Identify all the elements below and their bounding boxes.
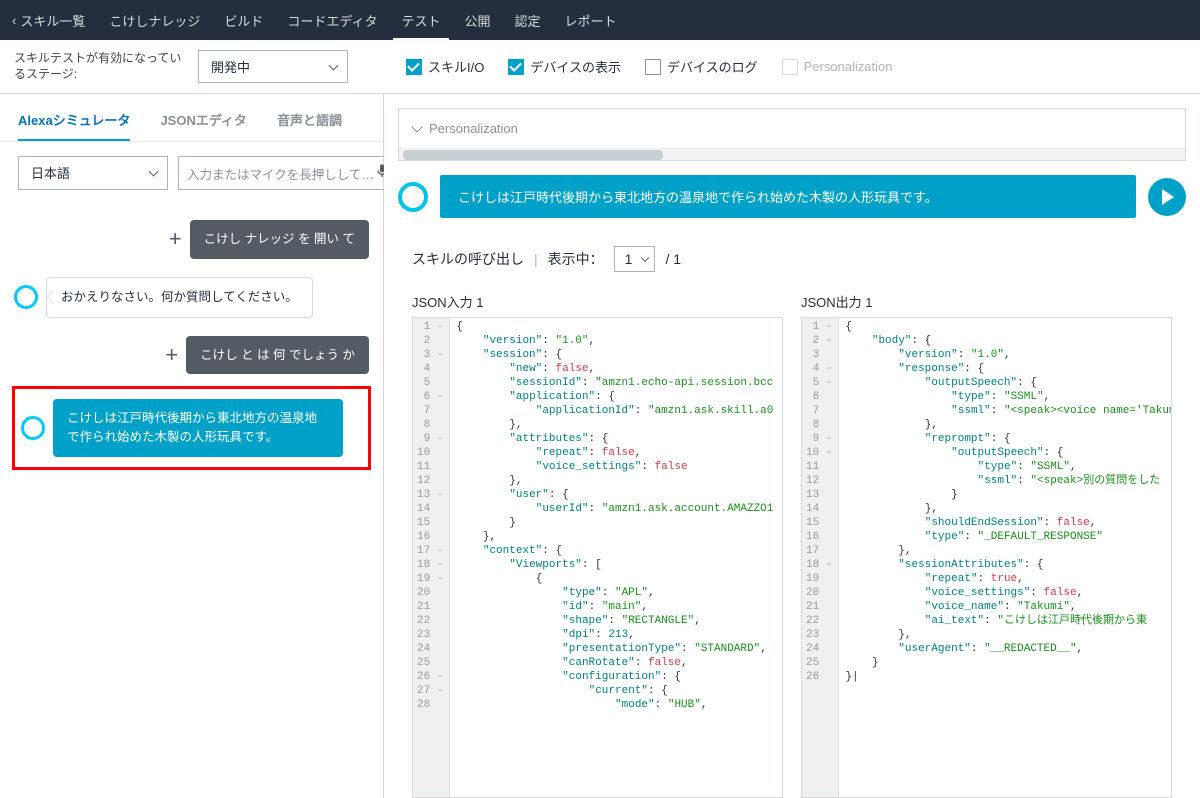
json-input-editor[interactable]: 1 -2 3 -4 5 6 -7 8 9 -10 11 12 13 -14 15… bbox=[412, 317, 783, 798]
user-bubble[interactable]: こけし ナレッジ を 開い て bbox=[190, 220, 369, 259]
conversation-row-user: + こけし と は 何 でしょう か bbox=[14, 336, 369, 375]
utterance-input[interactable]: 入力またはマイクを長押しして… bbox=[178, 156, 399, 190]
chevron-left-icon: ‹ bbox=[12, 13, 16, 28]
assistant-bubble[interactable]: こけしは江戸時代後期から東北地方の温泉地で作られ始めた木製の人形玩具です。 bbox=[53, 399, 343, 457]
invocation-bar: スキルの呼び出し | 表示中： 1 / 1 bbox=[398, 240, 1186, 292]
json-output-editor[interactable]: 1 -2 -3 4 -5 -6 7 8 9 -10 -11 12 13 14 1… bbox=[801, 317, 1172, 798]
alexa-ring-icon bbox=[14, 285, 38, 309]
add-utterance-icon[interactable]: + bbox=[165, 342, 178, 368]
assistant-bubble[interactable]: おかえりなさい。何か質問してください。 bbox=[46, 277, 313, 318]
conversation-row-assistant: こけしは江戸時代後期から東北地方の温泉地で作られ始めた木製の人形玩具です。 bbox=[21, 399, 362, 457]
response-bar: こけしは江戸時代後期から東北地方の温泉地で作られ始めた木製の人形玩具です。 bbox=[398, 175, 1186, 218]
code: { "version": "1.0", "session": { "new": … bbox=[450, 318, 782, 797]
alexa-ring-icon bbox=[398, 182, 428, 212]
checkbox-icon bbox=[406, 59, 422, 75]
top-nav: ‹ スキル一覧 こけしナレッジ ビルド コードエディタ テスト 公開 認定 レポ… bbox=[0, 0, 1200, 40]
back-label: スキル一覧 bbox=[20, 11, 85, 30]
main-panel: Personalization こけしは江戸時代後期から東北地方の温泉地で作られ… bbox=[384, 94, 1200, 798]
tab-json-editor[interactable]: JSONエディタ bbox=[160, 110, 247, 141]
page-total: / 1 bbox=[665, 251, 681, 267]
code: { "body": { "version": "1.0", "response"… bbox=[839, 318, 1171, 797]
personalization-panel: Personalization bbox=[398, 108, 1186, 161]
check-device-display[interactable]: デバイスの表示 bbox=[508, 57, 621, 76]
checkbox-icon bbox=[508, 59, 524, 75]
checkbox-icon bbox=[782, 59, 798, 75]
page-select[interactable]: 1 bbox=[614, 246, 656, 272]
conversation-row-user: + こけし ナレッジ を 開い て bbox=[14, 220, 369, 259]
conversation-row-assistant: おかえりなさい。何か質問してください。 bbox=[14, 277, 369, 318]
play-button[interactable] bbox=[1148, 178, 1186, 216]
add-utterance-icon[interactable]: + bbox=[169, 226, 182, 252]
json-output-title: JSON出力 1 bbox=[801, 292, 1172, 311]
nav-build[interactable]: ビルド bbox=[224, 0, 263, 41]
back-to-skills[interactable]: ‹ スキル一覧 bbox=[12, 0, 85, 41]
check-personalization[interactable]: Personalization bbox=[782, 59, 893, 75]
display-label: 表示中： bbox=[548, 249, 604, 269]
invoke-label: スキルの呼び出し bbox=[412, 249, 524, 269]
input-row: 日本語 入力またはマイクを長押しして… bbox=[0, 142, 383, 204]
nav-analytics[interactable]: レポート bbox=[565, 0, 617, 41]
check-device-log[interactable]: デバイスのログ bbox=[645, 57, 758, 76]
simulator-sidebar: Alexaシミュレータ JSONエディタ 音声と語調 日本語 入力またはマイクを… bbox=[0, 94, 384, 798]
response-text: こけしは江戸時代後期から東北地方の温泉地で作られ始めた木製の人形玩具です。 bbox=[440, 175, 1136, 218]
json-columns: JSON入力 1 1 -2 3 -4 5 6 -7 8 9 -10 11 12 … bbox=[398, 292, 1186, 798]
personalization-toggle[interactable]: Personalization bbox=[399, 109, 1185, 148]
json-input-title: JSON入力 1 bbox=[412, 292, 783, 311]
stage-value: 開発中 bbox=[211, 60, 250, 75]
utterance-placeholder: 入力またはマイクを長押しして… bbox=[187, 164, 374, 183]
language-select[interactable]: 日本語 bbox=[18, 156, 168, 190]
simulator-tabs: Alexaシミュレータ JSONエディタ 音声と語調 bbox=[0, 94, 383, 142]
highlighted-response: こけしは江戸時代後期から東北地方の温泉地で作られ始めた木製の人形玩具です。 bbox=[12, 386, 371, 470]
nav-distribution[interactable]: 公開 bbox=[465, 0, 491, 41]
test-toolbar: スキルテストが有効になっているステージ: 開発中 スキルI/O デバイスの表示 … bbox=[0, 40, 1200, 94]
json-output-column: JSON出力 1 1 -2 -3 4 -5 -6 7 8 9 -10 -11 1… bbox=[801, 292, 1172, 798]
check-skill-io[interactable]: スキルI/O bbox=[406, 57, 484, 76]
tab-voice-tone[interactable]: 音声と語調 bbox=[277, 110, 342, 141]
conversation: + こけし ナレッジ を 開い て おかえりなさい。何か質問してください。 + … bbox=[0, 204, 383, 798]
stage-label: スキルテストが有効になっているステージ: bbox=[14, 51, 184, 82]
gutter: 1 -2 3 -4 5 6 -7 8 9 -10 11 12 13 -14 15… bbox=[413, 318, 450, 797]
stage-select[interactable]: 開発中 bbox=[198, 50, 348, 83]
gutter: 1 -2 -3 4 -5 -6 7 8 9 -10 -11 12 13 14 1… bbox=[802, 318, 839, 797]
scrollbar[interactable] bbox=[399, 148, 1185, 160]
nav-certification[interactable]: 認定 bbox=[515, 0, 541, 41]
tab-alexa-simulator[interactable]: Alexaシミュレータ bbox=[18, 110, 130, 141]
alexa-ring-icon bbox=[21, 416, 45, 440]
checkbox-icon bbox=[645, 59, 661, 75]
nav-skill-name[interactable]: こけしナレッジ bbox=[109, 0, 200, 41]
nav-test[interactable]: テスト bbox=[401, 0, 440, 41]
user-bubble[interactable]: こけし と は 何 でしょう か bbox=[186, 336, 369, 375]
nav-code-editor[interactable]: コードエディタ bbox=[287, 0, 377, 41]
chevron-down-icon bbox=[411, 121, 422, 132]
json-input-column: JSON入力 1 1 -2 3 -4 5 6 -7 8 9 -10 11 12 … bbox=[412, 292, 783, 798]
